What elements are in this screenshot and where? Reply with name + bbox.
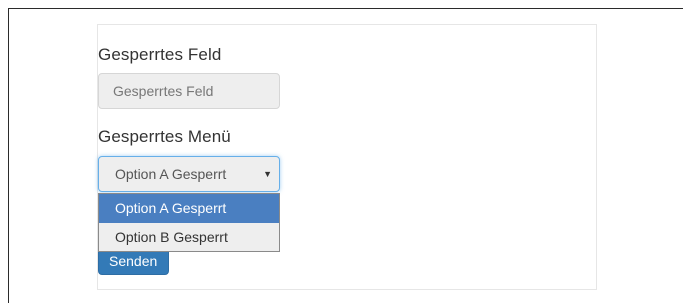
- dropdown-option-b[interactable]: Option B Gesperrt: [99, 223, 279, 251]
- select-value: Option A Gesperrt: [115, 166, 227, 182]
- select-dropdown-list: Option A Gesperrt Option B Gesperrt: [98, 193, 280, 252]
- disabled-select[interactable]: Option A Gesperrt ▼: [98, 156, 280, 192]
- disabled-menu-label: Gesperrtes Menü: [98, 127, 231, 146]
- dropdown-option-a[interactable]: Option A Gesperrt: [99, 194, 279, 223]
- disabled-field-label: Gesperrtes Feld: [98, 45, 222, 64]
- disabled-text-field: Gesperrtes Feld: [98, 73, 280, 109]
- caret-down-icon: ▼: [263, 169, 272, 179]
